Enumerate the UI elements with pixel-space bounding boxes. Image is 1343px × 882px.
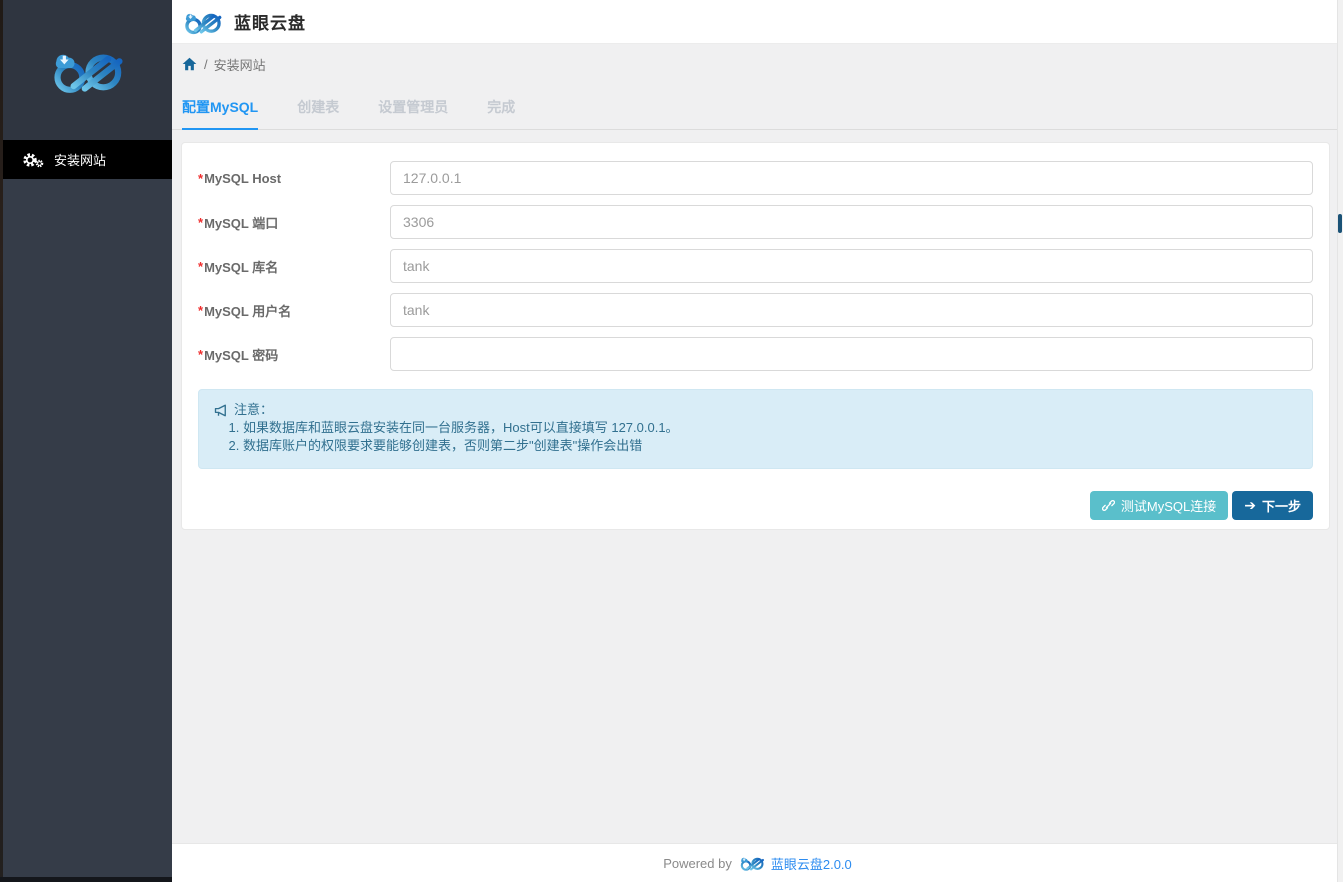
mysql-schema-input[interactable] — [390, 249, 1313, 283]
required-marker: * — [198, 171, 203, 186]
tab-set-admin: 设置管理员 — [378, 84, 448, 129]
notice-box: 注意： 如果数据库和蓝眼云盘安装在同一台服务器，Host可以直接填写 127.0… — [198, 389, 1313, 469]
home-icon[interactable] — [182, 57, 197, 71]
mysql-username-input[interactable] — [390, 293, 1313, 327]
next-step-button[interactable]: ➔ 下一步 — [1232, 491, 1313, 520]
breadcrumb: / 安装网站 — [172, 44, 1343, 84]
form-row-mysql-schema: * MySQL 库名 — [198, 249, 1313, 283]
megaphone-icon — [214, 404, 229, 417]
form-row-mysql-username: * MySQL 用户名 — [198, 293, 1313, 327]
tab-configure-mysql[interactable]: 配置MySQL — [182, 84, 258, 130]
form-row-mysql-host: * MySQL Host — [198, 161, 1313, 195]
brand-logo-icon — [738, 854, 765, 872]
header: 蓝眼云盘 — [172, 0, 1343, 44]
brand-logo-icon — [44, 44, 128, 96]
mysql-config-card: * MySQL Host * MySQL 端口 * MySQL 库名 — [181, 142, 1330, 530]
mysql-host-input[interactable] — [390, 161, 1313, 195]
main-area: 蓝眼云盘 / 安装网站 配置MySQL 创建表 设置管理员 完成 — [172, 0, 1343, 882]
scrollbar-thumb[interactable] — [1338, 214, 1342, 233]
required-marker: * — [198, 215, 203, 230]
wizard-tabs: 配置MySQL 创建表 设置管理员 完成 — [172, 84, 1343, 130]
sidebar-logo — [0, 0, 172, 140]
sidebar: 安装网站 — [0, 0, 172, 877]
content: * MySQL Host * MySQL 端口 * MySQL 库名 — [172, 130, 1343, 843]
mysql-password-input[interactable] — [390, 337, 1313, 371]
form-actions: 测试MySQL连接 ➔ 下一步 — [198, 491, 1313, 520]
notice-item: 如果数据库和蓝眼云盘安装在同一台服务器，Host可以直接填写 127.0.0.1… — [243, 419, 1297, 437]
footer-brand-link[interactable]: 蓝眼云盘2.0.0 — [771, 854, 852, 873]
link-icon — [1102, 499, 1115, 512]
required-marker: * — [198, 259, 203, 274]
mysql-port-input[interactable] — [390, 205, 1313, 239]
tab-finish: 完成 — [487, 84, 515, 129]
field-label: * MySQL 密码 — [198, 337, 390, 371]
field-label: * MySQL 库名 — [198, 249, 390, 283]
tab-create-tables: 创建表 — [297, 84, 339, 129]
test-mysql-connection-button[interactable]: 测试MySQL连接 — [1090, 491, 1228, 520]
form-row-mysql-port: * MySQL 端口 — [198, 205, 1313, 239]
notice-list: 如果数据库和蓝眼云盘安装在同一台服务器，Host可以直接填写 127.0.0.1… — [214, 419, 1297, 455]
required-marker: * — [198, 347, 203, 362]
powered-by-label: Powered by — [663, 856, 732, 871]
sidebar-edge-texture — [0, 0, 3, 877]
breadcrumb-current: 安装网站 — [214, 55, 266, 74]
brand-logo-icon — [181, 7, 223, 37]
field-label: * MySQL Host — [198, 161, 390, 195]
footer: Powered by 蓝眼云盘2.0.0 — [172, 843, 1343, 882]
page-title: 蓝眼云盘 — [234, 9, 306, 34]
cogs-icon — [22, 152, 44, 168]
scrollbar[interactable] — [1337, 0, 1343, 882]
notice-title: 注意： — [234, 401, 273, 419]
required-marker: * — [198, 303, 203, 318]
notice-item: 数据库账户的权限要求要能够创建表，否则第二步"创建表"操作会出错 — [243, 437, 1297, 455]
arrow-right-icon: ➔ — [1244, 497, 1256, 514]
breadcrumb-separator: / — [204, 57, 208, 72]
sidebar-item-label: 安装网站 — [54, 150, 106, 169]
field-label: * MySQL 端口 — [198, 205, 390, 239]
form-row-mysql-password: * MySQL 密码 — [198, 337, 1313, 371]
page: 安装网站 蓝眼云盘 / 安装网站 配置MySQL 创建表 设置管理员 — [0, 0, 1343, 882]
sidebar-item-install-site[interactable]: 安装网站 — [0, 140, 172, 179]
sidebar-bottom-strip — [0, 877, 172, 882]
field-label: * MySQL 用户名 — [198, 293, 390, 327]
